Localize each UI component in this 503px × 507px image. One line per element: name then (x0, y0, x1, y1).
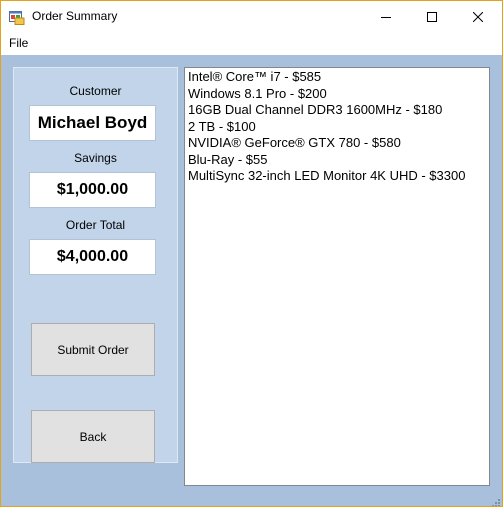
client-area: Customer Michael Boyd Savings $1,000.00 … (1, 55, 502, 506)
order-summary-window: Order Summary File Customer Michael Boyd… (0, 0, 503, 507)
maximize-button[interactable] (409, 1, 455, 32)
minimize-button[interactable] (363, 1, 409, 32)
customer-name-value: Michael Boyd (29, 105, 156, 141)
customer-label: Customer (69, 84, 122, 98)
size-grip-icon[interactable] (490, 494, 500, 506)
savings-label: Savings (74, 151, 117, 165)
list-item[interactable]: NVIDIA® GeForce® GTX 780 - $580 (188, 135, 486, 152)
customer-panel: Customer Michael Boyd Savings $1,000.00 … (13, 67, 178, 463)
menu-bar: File (1, 32, 502, 55)
list-item[interactable]: Windows 8.1 Pro - $200 (188, 86, 486, 103)
title-bar[interactable]: Order Summary (1, 1, 502, 32)
order-items-list[interactable]: Intel® Core™ i7 - $585 Windows 8.1 Pro -… (184, 67, 490, 486)
list-item[interactable]: 2 TB - $100 (188, 119, 486, 136)
savings-value: $1,000.00 (29, 172, 156, 208)
windows-form-icon (9, 9, 25, 25)
close-icon (473, 11, 483, 22)
menu-file[interactable]: File (9, 36, 28, 50)
list-item[interactable]: Blu-Ray - $55 (188, 152, 486, 169)
window-title: Order Summary (32, 9, 118, 23)
back-button[interactable]: Back (31, 410, 155, 463)
close-button[interactable] (455, 1, 501, 32)
list-item[interactable]: MultiSync 32-inch LED Monitor 4K UHD - $… (188, 168, 486, 185)
minimize-icon (381, 16, 391, 18)
list-item[interactable]: Intel® Core™ i7 - $585 (188, 69, 486, 86)
order-total-label: Order Total (65, 218, 126, 232)
submit-order-button[interactable]: Submit Order (31, 323, 155, 376)
list-item[interactable]: 16GB Dual Channel DDR3 1600MHz - $180 (188, 102, 486, 119)
order-total-value: $4,000.00 (29, 239, 156, 275)
maximize-icon (427, 11, 437, 22)
